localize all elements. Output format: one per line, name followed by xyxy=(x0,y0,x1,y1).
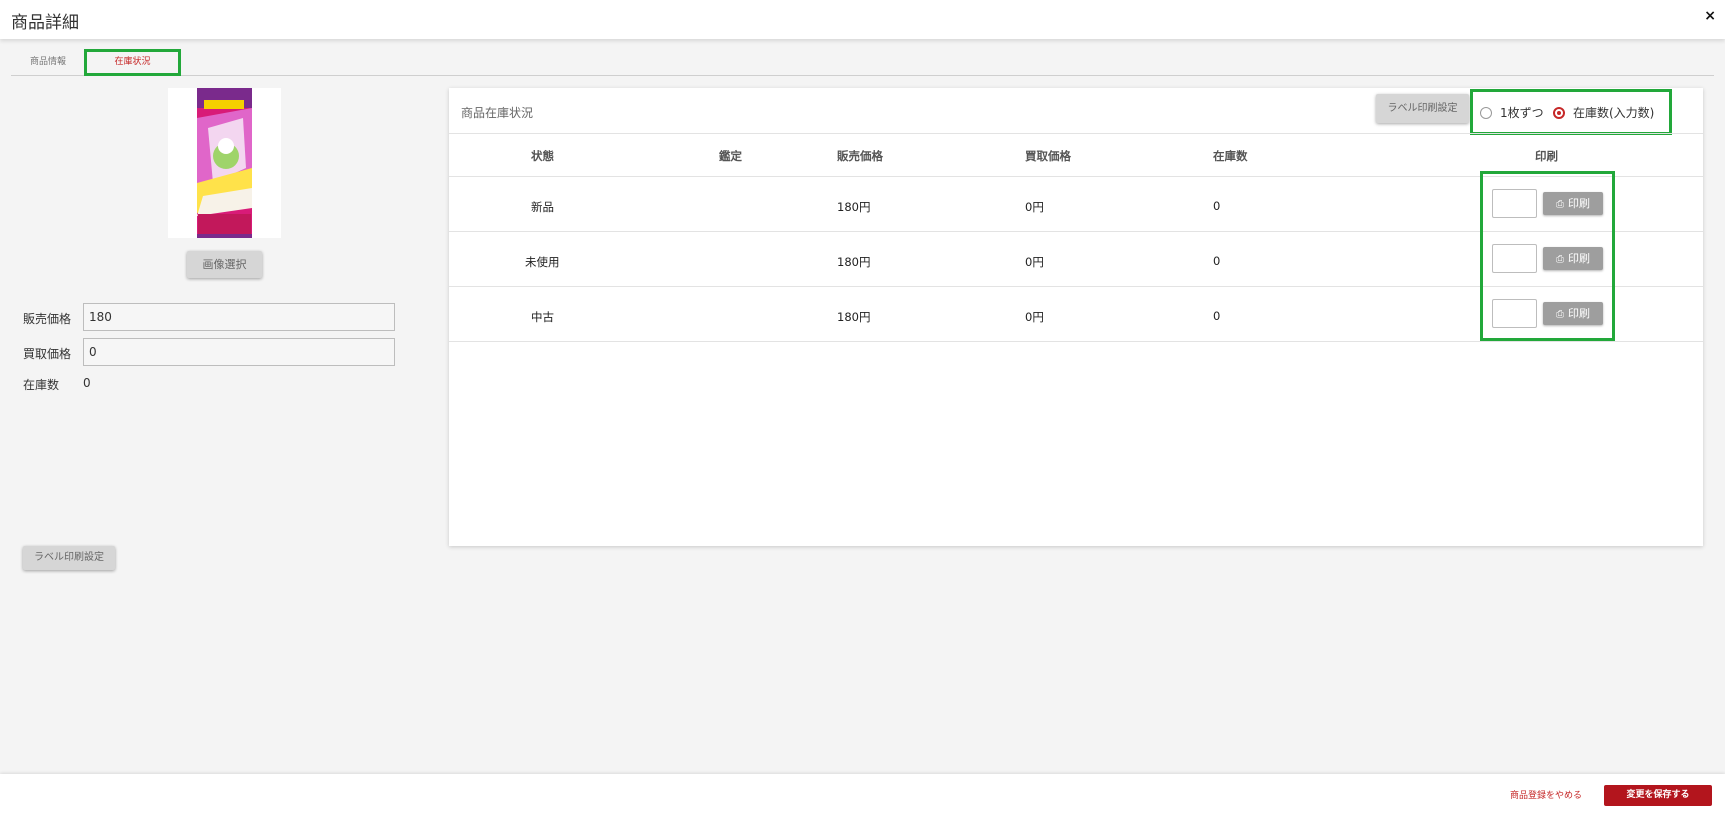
tab-stock-status[interactable]: 在庫状況 xyxy=(84,49,181,76)
radio-unchecked-icon xyxy=(1480,107,1492,119)
print-button[interactable]: ⎙ 印刷 xyxy=(1543,302,1603,325)
column-header-print: 印刷 xyxy=(1535,149,1558,163)
row-buy-price: 0円 xyxy=(1025,310,1044,324)
print-mode-radio-group: 1枚ずつ 在庫数(入力数) xyxy=(1470,89,1672,135)
row-stock: 0 xyxy=(1213,199,1221,213)
product-pack-image xyxy=(168,88,281,238)
radio-one-each-label: 1枚ずつ xyxy=(1500,106,1544,120)
panel-label-print-settings-button[interactable]: ラベル印刷設定 xyxy=(1376,94,1469,123)
buy-price-input[interactable]: 0 xyxy=(83,338,395,366)
sale-price-label: 販売価格 xyxy=(23,312,72,326)
row-condition: 新品 xyxy=(531,200,554,214)
close-icon[interactable]: × xyxy=(1704,8,1716,24)
row-buy-price: 0円 xyxy=(1025,200,1044,214)
print-button-label: 印刷 xyxy=(1568,197,1590,210)
print-button[interactable]: ⎙ 印刷 xyxy=(1543,192,1603,215)
header-bar: 商品詳細 × xyxy=(0,0,1725,39)
row-buy-price: 0円 xyxy=(1025,255,1044,269)
print-button-label: 印刷 xyxy=(1568,252,1590,265)
row-stock: 0 xyxy=(1213,254,1221,268)
footer-bar: 商品登録をやめる 変更を保存する xyxy=(0,774,1725,813)
sale-price-input[interactable]: 180 xyxy=(83,303,395,331)
print-quantity-input[interactable] xyxy=(1492,244,1537,273)
save-changes-button[interactable]: 変更を保存する xyxy=(1604,785,1712,806)
row-condition: 未使用 xyxy=(525,255,560,269)
radio-stock-count[interactable]: 在庫数(入力数) xyxy=(1553,104,1654,121)
column-header-buy-price: 買取価格 xyxy=(1025,149,1071,163)
stock-label: 在庫数 xyxy=(23,378,60,392)
radio-one-each[interactable]: 1枚ずつ xyxy=(1480,104,1544,121)
printer-icon: ⎙ xyxy=(1556,254,1564,265)
image-select-button[interactable]: 画像選択 xyxy=(187,251,262,278)
print-button-label: 印刷 xyxy=(1568,307,1590,320)
stock-status-panel: 商品在庫状況 ラベル印刷設定 1枚ずつ 在庫数(入力数) 状態 鑑定 販売価格 … xyxy=(449,88,1703,546)
label-print-settings-button[interactable]: ラベル印刷設定 xyxy=(23,546,115,570)
tab-bar: 商品情報 在庫状況 xyxy=(11,49,1714,76)
print-button[interactable]: ⎙ 印刷 xyxy=(1543,247,1603,270)
row-condition: 中古 xyxy=(531,310,554,324)
product-image xyxy=(168,88,281,238)
row-stock: 0 xyxy=(1213,309,1221,323)
radio-checked-icon xyxy=(1553,107,1565,119)
row-sale-price: 180円 xyxy=(837,200,871,214)
cancel-registration-link[interactable]: 商品登録をやめる xyxy=(1510,788,1582,801)
page-title: 商品詳細 xyxy=(11,13,79,33)
radio-stock-count-label: 在庫数(入力数) xyxy=(1573,106,1655,120)
print-quantity-input[interactable] xyxy=(1492,189,1537,218)
row-sale-price: 180円 xyxy=(837,310,871,324)
buy-price-label: 買取価格 xyxy=(23,347,72,361)
divider xyxy=(449,133,1703,134)
tab-product-info[interactable]: 商品情報 xyxy=(11,49,85,76)
printer-icon: ⎙ xyxy=(1556,309,1564,320)
divider xyxy=(449,341,1703,342)
stock-value: 0 xyxy=(83,376,91,390)
printer-icon: ⎙ xyxy=(1556,199,1564,210)
print-controls-group: ⎙ 印刷 ⎙ 印刷 ⎙ 印刷 xyxy=(1480,171,1615,341)
print-quantity-input[interactable] xyxy=(1492,299,1537,328)
column-header-stock: 在庫数 xyxy=(1213,149,1248,163)
column-header-sale-price: 販売価格 xyxy=(837,149,883,163)
row-sale-price: 180円 xyxy=(837,255,871,269)
panel-title: 商品在庫状況 xyxy=(461,106,534,120)
column-header-condition: 状態 xyxy=(531,149,554,163)
column-header-appraisal: 鑑定 xyxy=(719,149,742,163)
